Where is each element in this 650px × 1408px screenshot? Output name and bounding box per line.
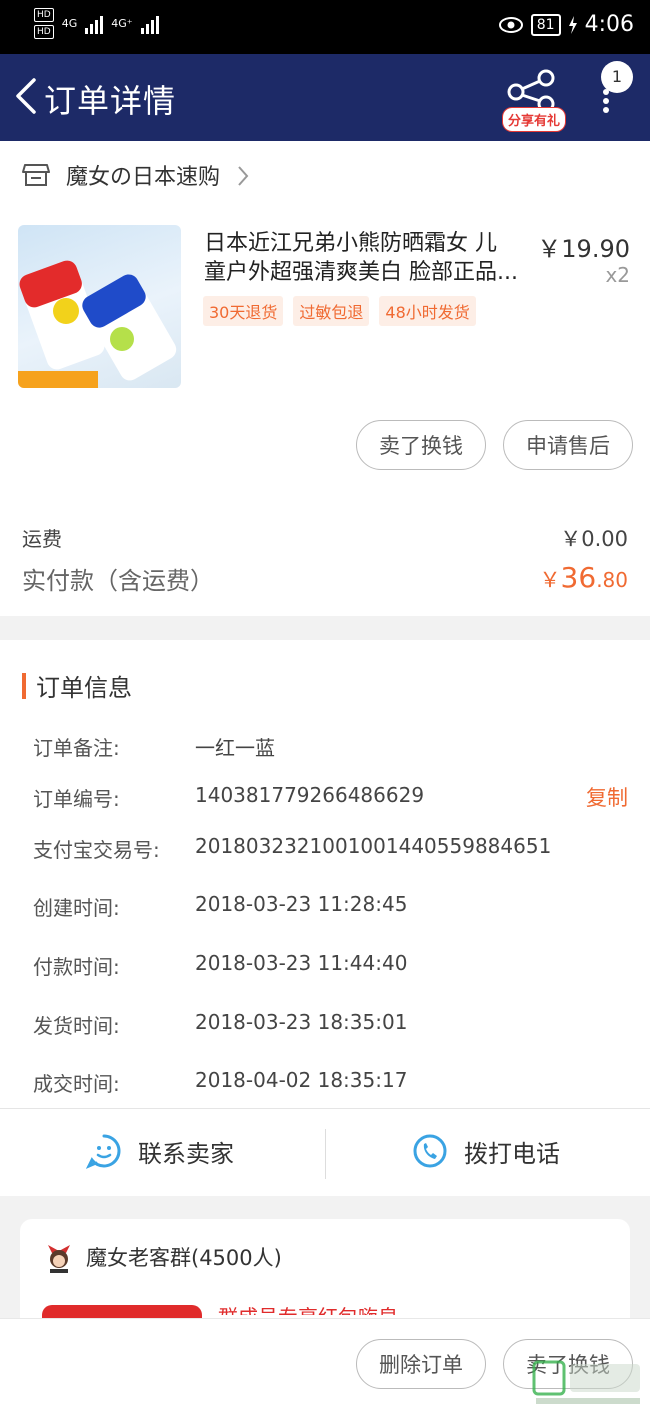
contact-seller-button[interactable]: 联系卖家 <box>86 1133 234 1169</box>
contact-seller-label[interactable]: 联系卖家 <box>138 1134 234 1169</box>
order-info-heading: 订单信息 <box>22 668 132 703</box>
eye-comfort-icon <box>498 16 523 33</box>
paid-currency: ￥ <box>539 568 561 592</box>
delete-order-button[interactable]: 删除订单 <box>356 1339 486 1389</box>
completed-time-label: 成交时间: <box>33 1072 120 1096</box>
status-right: 81 4:06 <box>498 12 634 37</box>
remark-value: 一红一蓝 <box>195 736 275 760</box>
product-image <box>18 260 177 388</box>
group-name[interactable]: 魔女老客群(4500人) <box>86 1242 282 1272</box>
product-thumbnail[interactable] <box>18 225 181 388</box>
product-title[interactable]: 日本近江兄弟小熊防晒霜女 儿 童户外超强清爽美白 脸部正品... <box>204 229 534 287</box>
contact-bar: 联系卖家 拨打电话 <box>0 1108 650 1196</box>
share-gift-label[interactable]: 分享有礼 <box>502 107 567 132</box>
service-tags: 30天退货 过敏包退 48小时发货 <box>203 296 476 326</box>
order-number-value: 140381779266486629 <box>195 783 425 807</box>
order-number-label: 订单编号: <box>33 787 120 811</box>
product-title-line[interactable]: 日本近江兄弟小熊防晒霜女 儿 <box>204 229 534 258</box>
paid-integer: 36 <box>560 561 597 594</box>
copy-button[interactable]: 复制 <box>586 782 628 812</box>
network-type: 4G <box>61 17 78 30</box>
paid-time-label: 付款时间: <box>33 955 120 979</box>
divider <box>325 1129 326 1179</box>
product-price: ￥19.90 <box>537 235 630 263</box>
phone-icon <box>413 1134 447 1168</box>
service-tag: 30天退货 <box>203 296 284 326</box>
paid-label: 实付款（含运费） <box>22 567 214 595</box>
hd-badge: HD <box>34 8 54 22</box>
created-time-value: 2018-03-23 11:28:45 <box>195 892 408 916</box>
message-count-badge: 1 <box>601 61 633 93</box>
created-time-label: 创建时间: <box>33 896 120 920</box>
call-phone-button[interactable]: 拨打电话 <box>412 1133 560 1169</box>
chevron-right-icon[interactable] <box>236 165 250 187</box>
product-title-line[interactable]: 童户外超强清爽美白 脸部正品... <box>204 258 534 287</box>
signal-icon <box>85 14 104 34</box>
group-message-preview: 群成员专享红包嗨皂 <box>218 1301 398 1315</box>
watermark-logo <box>532 1360 640 1404</box>
alipay-trade-label: 支付宝交易号: <box>33 838 160 862</box>
alipay-trade-value: 2018032321001001440559884651 <box>195 834 552 858</box>
store-icon <box>22 164 50 186</box>
service-tag: 过敏包退 <box>293 296 370 326</box>
paid-time-value: 2018-03-23 11:44:40 <box>195 951 408 975</box>
shipped-time-label: 发货时间: <box>33 1014 120 1038</box>
order-info-card: 订单信息 订单备注: 一红一蓝 订单编号: 140381779266486629… <box>0 640 650 1108</box>
service-tag: 48小时发货 <box>379 296 476 326</box>
section-title: 订单信息 <box>36 674 132 702</box>
store-link[interactable]: 魔女の日本速购 <box>22 159 220 191</box>
battery-icon: 81 <box>530 13 561 36</box>
remark-label: 订单备注: <box>33 736 120 760</box>
signal-icon <box>140 14 159 34</box>
page-title: 订单详情 <box>44 82 177 120</box>
call-phone-label[interactable]: 拨打电话 <box>464 1134 560 1169</box>
network-type: 4G⁺ <box>111 17 133 30</box>
freight-value: ￥0.00 <box>560 527 628 551</box>
status-bar: HD HD 4G 4G⁺ 81 4:06 <box>0 0 650 54</box>
group-header[interactable]: 魔女老客群(4500人) <box>44 1239 282 1275</box>
shipped-time-value: 2018-03-23 18:35:01 <box>195 1010 408 1034</box>
chat-smile-icon <box>86 1134 121 1169</box>
hd-badge: HD <box>34 25 54 39</box>
network-indicators: HD HD 4G 4G⁺ <box>34 8 159 39</box>
sell-exchange-button[interactable]: 卖了换钱 <box>356 420 486 470</box>
order-item-card: 魔女の日本速购 日本近江兄弟小熊防晒霜女 儿 童户外超强清爽美白 脸部正品...… <box>0 141 650 616</box>
freight-label: 运费 <box>22 527 62 551</box>
charging-icon <box>568 15 577 34</box>
product-quantity: x2 <box>605 263 630 287</box>
clock: 4:06 <box>584 12 634 37</box>
back-arrow-icon[interactable] <box>12 76 42 116</box>
paid-amount: ￥36.80 <box>540 561 628 594</box>
after-sale-button[interactable]: 申请售后 <box>503 420 633 470</box>
paid-decimal: .80 <box>596 568 628 592</box>
store-name[interactable]: 魔女の日本速购 <box>66 159 220 191</box>
completed-time-value: 2018-04-02 18:35:17 <box>195 1068 408 1092</box>
accent-bar <box>22 672 26 699</box>
group-avatar <box>48 1245 70 1273</box>
nav-header: 订单详情 分享有礼 1 <box>0 54 650 141</box>
